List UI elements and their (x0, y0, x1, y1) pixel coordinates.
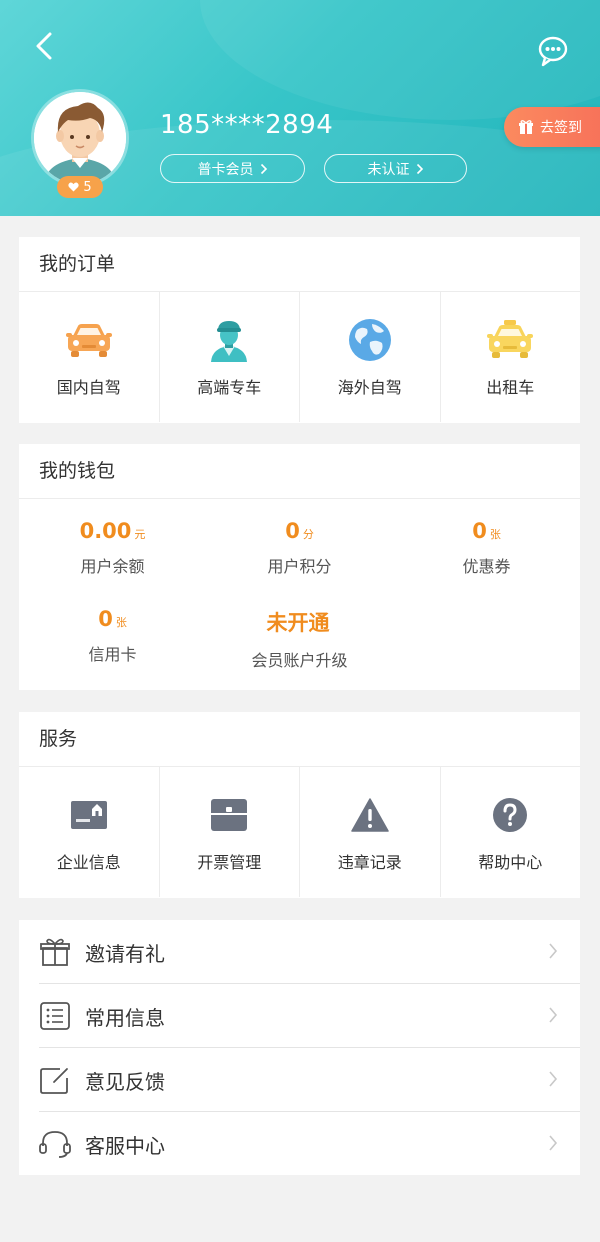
wallet-membership-upgrade[interactable]: 未开通 会员账户升级 (206, 607, 393, 671)
profile-header: 5 185****2894 普卡会员 未认证 (0, 0, 600, 216)
wallet-label: 用户余额 (80, 557, 145, 576)
like-count-badge: 5 (57, 176, 103, 198)
service-label: 企业信息 (56, 853, 121, 872)
service-company-info[interactable]: 企业信息 (19, 767, 160, 897)
chevron-right-icon (260, 163, 267, 174)
menu-item-label: 邀请有礼 (85, 941, 165, 966)
wallet-label: 用户积分 (267, 557, 332, 576)
chevron-left-icon (36, 32, 52, 60)
user-phone: 185****2894 (160, 110, 334, 140)
help-icon (493, 798, 528, 832)
order-domestic-drive[interactable]: 国内自驾 (19, 292, 160, 422)
service-invoice[interactable]: 开票管理 (160, 767, 300, 897)
services-title: 服务 (19, 712, 580, 767)
invoice-icon (211, 799, 248, 831)
menu-item-feedback[interactable]: 意见反馈 (19, 1048, 580, 1112)
checkin-label: 去签到 (540, 120, 582, 136)
verify-button[interactable]: 未认证 (324, 154, 467, 183)
chevron-right-icon (416, 163, 423, 174)
wallet-balance[interactable]: 0.00 元 用户余额 (19, 519, 206, 577)
wallet-value: 未开通 (266, 611, 330, 635)
chevron-right-icon (549, 1135, 558, 1151)
service-violations[interactable]: 违章记录 (300, 767, 441, 897)
wallet-unit: 元 (134, 528, 146, 541)
wallet-credit-cards[interactable]: 0张 信用卡 (19, 607, 206, 665)
list-icon (40, 1002, 70, 1030)
chauffeur-icon (211, 321, 248, 362)
service-label: 开票管理 (197, 853, 262, 872)
order-label: 海外自驾 (337, 378, 402, 397)
car-icon (65, 324, 112, 357)
gift-icon (40, 938, 70, 966)
order-taxi[interactable]: 出租车 (441, 292, 581, 422)
menu-item-invite[interactable]: 邀请有礼 (19, 920, 580, 984)
wallet-points[interactable]: 0分 用户积分 (206, 519, 393, 577)
wallet-unit: 张 (489, 528, 501, 541)
verify-label: 未认证 (367, 161, 410, 178)
menu-item-label: 客服中心 (85, 1133, 165, 1158)
gift-icon (519, 120, 533, 134)
wallet-title: 我的钱包 (19, 444, 580, 499)
globe-icon (348, 319, 391, 361)
taxi-icon (487, 320, 534, 358)
wallet-label: 会员账户升级 (251, 651, 348, 670)
menu-item-label: 常用信息 (85, 1005, 165, 1030)
like-count: 5 (83, 179, 92, 195)
checkin-button[interactable]: 去签到 (504, 107, 600, 147)
avatar-illustration (34, 92, 126, 184)
heart-icon (68, 182, 79, 192)
edit-icon (40, 1068, 68, 1094)
message-button[interactable] (536, 34, 570, 68)
wallet-value: 0 (98, 607, 113, 631)
headset-icon (39, 1131, 71, 1158)
wallet-grid: 0.00 元 用户余额 0分 用户积分 0张 优惠券 0张 信用卡 未开通 会员… (19, 499, 580, 689)
membership-button[interactable]: 普卡会员 (160, 154, 305, 183)
services-card: 服务 企业信息 开票管理 违章记录 帮助中心 (19, 712, 580, 898)
order-label: 国内自驾 (56, 378, 121, 397)
membership-label: 普卡会员 (197, 161, 254, 178)
wallet-label: 信用卡 (88, 645, 137, 664)
menu-item-customer-service[interactable]: 客服中心 (19, 1112, 580, 1176)
order-overseas-drive[interactable]: 海外自驾 (300, 292, 441, 422)
orders-title: 我的订单 (19, 237, 580, 292)
service-label: 帮助中心 (478, 853, 543, 872)
wallet-label: 优惠券 (462, 557, 511, 576)
back-button[interactable] (26, 28, 62, 64)
chat-bubble-icon (538, 36, 568, 67)
service-label: 违章记录 (337, 853, 402, 872)
service-help-center[interactable]: 帮助中心 (441, 767, 581, 897)
order-premium-car[interactable]: 高端专车 (160, 292, 300, 422)
wallet-card: 我的钱包 0.00 元 用户余额 0分 用户积分 0张 优惠券 0张 信用卡 未… (19, 444, 580, 690)
company-card-icon (70, 801, 107, 829)
menu-list: 邀请有礼 常用信息 意见反馈 客服中心 (19, 920, 580, 1175)
chevron-right-icon (549, 1071, 558, 1087)
avatar[interactable] (34, 92, 126, 184)
menu-item-common-info[interactable]: 常用信息 (19, 984, 580, 1048)
wallet-value: 0.00 (79, 519, 132, 543)
chevron-right-icon (549, 1007, 558, 1023)
chevron-right-icon (549, 943, 558, 959)
wallet-coupons[interactable]: 0张 优惠券 (393, 519, 580, 577)
menu-item-label: 意见反馈 (85, 1069, 165, 1094)
wallet-unit: 张 (115, 616, 127, 629)
wallet-value: 0 (285, 519, 300, 543)
order-label: 出租车 (486, 378, 535, 397)
orders-card: 我的订单 国内自驾 高端专车 海外自驾 出租车 (19, 237, 580, 423)
wallet-value: 0 (472, 519, 487, 543)
order-label: 高端专车 (197, 378, 262, 397)
warning-icon (351, 798, 389, 832)
wallet-unit: 分 (302, 528, 314, 541)
